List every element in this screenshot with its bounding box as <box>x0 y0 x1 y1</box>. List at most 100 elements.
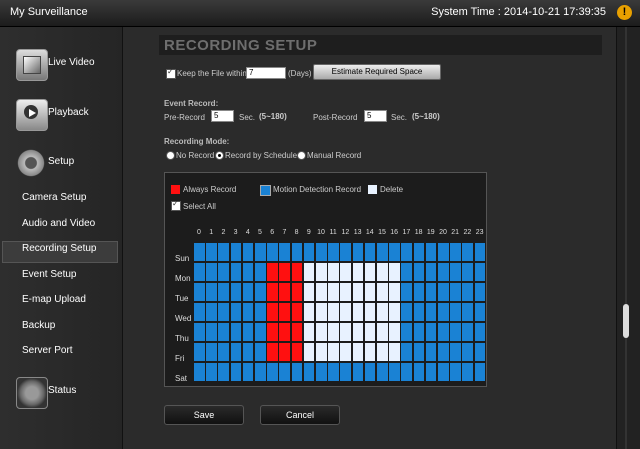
schedule-cell[interactable] <box>363 262 377 282</box>
schedule-cell[interactable] <box>363 342 377 362</box>
schedule-cell[interactable] <box>327 342 340 362</box>
schedule-cell[interactable] <box>437 282 450 302</box>
schedule-cell[interactable] <box>302 362 316 382</box>
schedule-cell[interactable] <box>290 302 304 322</box>
schedule-cell[interactable] <box>412 362 426 382</box>
schedule-cell[interactable] <box>266 242 279 262</box>
nav-backup[interactable]: Backup <box>22 320 55 331</box>
day-label[interactable]: Tue <box>175 294 189 303</box>
schedule-cell[interactable] <box>424 282 438 302</box>
schedule-cell[interactable] <box>327 302 340 322</box>
hour-label[interactable]: 0 <box>193 229 205 236</box>
schedule-cell[interactable] <box>205 342 218 362</box>
schedule-cell[interactable] <box>363 362 377 382</box>
hour-label[interactable]: 11 <box>327 229 339 236</box>
schedule-cell[interactable] <box>376 282 389 302</box>
estimate-space-button[interactable]: Estimate Required Space <box>313 64 441 80</box>
schedule-cell[interactable] <box>412 242 426 262</box>
hour-label[interactable]: 23 <box>474 229 486 236</box>
schedule-cell[interactable] <box>461 242 475 262</box>
hour-label[interactable]: 8 <box>291 229 303 236</box>
radio-record-by-schedule[interactable] <box>215 151 224 160</box>
schedule-cell[interactable] <box>193 302 206 322</box>
schedule-cell[interactable] <box>205 322 218 342</box>
schedule-cell[interactable] <box>376 362 389 382</box>
schedule-cell[interactable] <box>473 262 487 282</box>
schedule-cell[interactable] <box>400 282 414 302</box>
schedule-cell[interactable] <box>302 302 316 322</box>
schedule-cell[interactable] <box>254 262 267 282</box>
schedule-cell[interactable] <box>473 322 487 342</box>
select-all-checkbox[interactable] <box>171 199 181 211</box>
schedule-cell[interactable] <box>205 302 218 322</box>
schedule-cell[interactable] <box>241 242 255 262</box>
schedule-cell[interactable] <box>229 342 243 362</box>
schedule-cell[interactable] <box>205 282 218 302</box>
schedule-cell[interactable] <box>229 302 243 322</box>
scrollbar-thumb[interactable] <box>623 304 629 338</box>
schedule-cell[interactable] <box>229 322 243 342</box>
hour-label[interactable]: 12 <box>339 229 351 236</box>
schedule-cell[interactable] <box>473 362 487 382</box>
schedule-cell[interactable] <box>290 322 304 342</box>
schedule-cell[interactable] <box>351 302 365 322</box>
schedule-cell[interactable] <box>461 262 475 282</box>
schedule-cell[interactable] <box>412 342 426 362</box>
nav-setup[interactable]: Setup <box>0 146 122 182</box>
schedule-cell[interactable] <box>193 342 206 362</box>
schedule-cell[interactable] <box>193 242 206 262</box>
day-label[interactable]: Sat <box>175 374 187 383</box>
schedule-cell[interactable] <box>278 282 292 302</box>
schedule-cell[interactable] <box>388 362 401 382</box>
schedule-cell[interactable] <box>302 342 316 362</box>
schedule-cell[interactable] <box>376 262 389 282</box>
schedule-cell[interactable] <box>217 262 231 282</box>
schedule-cell[interactable] <box>241 362 255 382</box>
schedule-cell[interactable] <box>473 342 487 362</box>
schedule-cell[interactable] <box>193 282 206 302</box>
nav-playback[interactable]: Playback <box>0 97 122 133</box>
schedule-cell[interactable] <box>412 262 426 282</box>
schedule-cell[interactable] <box>363 282 377 302</box>
schedule-cell[interactable] <box>327 262 340 282</box>
schedule-cell[interactable] <box>424 322 438 342</box>
schedule-cell[interactable] <box>254 302 267 322</box>
hour-label[interactable]: 22 <box>461 229 473 236</box>
hour-label[interactable]: 19 <box>425 229 437 236</box>
schedule-cell[interactable] <box>217 302 231 322</box>
keep-days-input[interactable]: 7 <box>246 67 286 79</box>
always-record-swatch[interactable] <box>171 185 180 194</box>
schedule-cell[interactable] <box>278 262 292 282</box>
schedule-cell[interactable] <box>278 242 292 262</box>
schedule-cell[interactable] <box>473 282 487 302</box>
schedule-cell[interactable] <box>278 302 292 322</box>
hour-label[interactable]: 7 <box>278 229 290 236</box>
schedule-cell[interactable] <box>241 282 255 302</box>
schedule-cell[interactable] <box>315 342 328 362</box>
schedule-cell[interactable] <box>339 282 353 302</box>
schedule-cell[interactable] <box>241 262 255 282</box>
schedule-cell[interactable] <box>388 262 401 282</box>
schedule-cell[interactable] <box>327 362 340 382</box>
schedule-cell[interactable] <box>388 342 401 362</box>
schedule-cell[interactable] <box>339 302 353 322</box>
cancel-button[interactable]: Cancel <box>260 405 340 425</box>
schedule-cell[interactable] <box>302 262 316 282</box>
schedule-cell[interactable] <box>461 282 475 302</box>
schedule-cell[interactable] <box>351 262 365 282</box>
radio-manual-record[interactable] <box>297 151 306 160</box>
schedule-cell[interactable] <box>278 322 292 342</box>
schedule-cell[interactable] <box>339 342 353 362</box>
schedule-cell[interactable] <box>315 262 328 282</box>
schedule-cell[interactable] <box>461 362 475 382</box>
schedule-cell[interactable] <box>376 302 389 322</box>
schedule-cell[interactable] <box>193 262 206 282</box>
schedule-cell[interactable] <box>388 302 401 322</box>
schedule-cell[interactable] <box>437 362 450 382</box>
schedule-cell[interactable] <box>217 342 231 362</box>
day-label[interactable]: Wed <box>175 314 191 323</box>
hour-label[interactable]: 20 <box>437 229 449 236</box>
schedule-cell[interactable] <box>339 362 353 382</box>
schedule-cell[interactable] <box>449 362 462 382</box>
schedule-cell[interactable] <box>290 262 304 282</box>
